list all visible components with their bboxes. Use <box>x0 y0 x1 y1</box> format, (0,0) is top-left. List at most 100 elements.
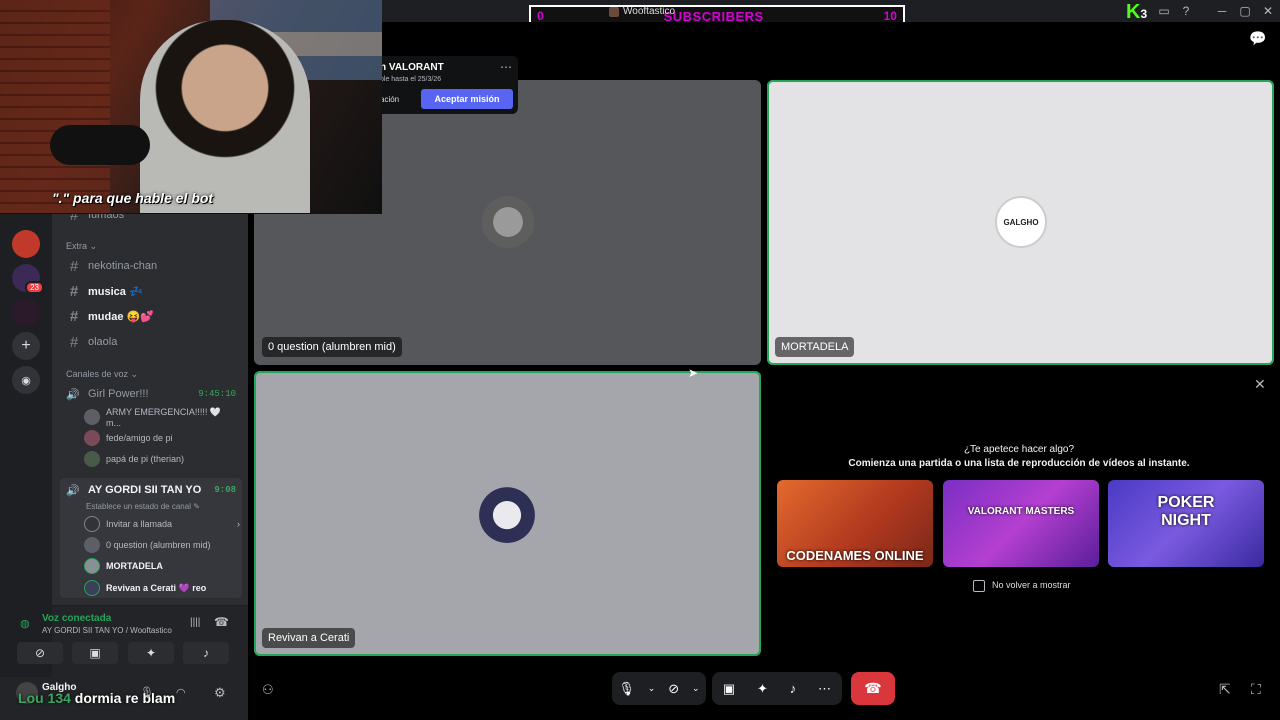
webcam-caption: "." para que hable el bot <box>52 190 214 206</box>
disconnect-icon[interactable]: ☎ <box>214 615 229 629</box>
webcam-overlay <box>0 0 382 214</box>
help-icon[interactable]: ? <box>1178 3 1194 19</box>
avatar <box>84 580 100 596</box>
video-tile[interactable]: Revivan a Cerati <box>254 371 761 656</box>
screen-share-icon[interactable]: ▣ <box>723 681 735 697</box>
channel-mudae[interactable]: # mudae 😝💕 <box>60 305 242 327</box>
voice-timer: 9:45:10 <box>198 389 236 399</box>
server-icon[interactable]: 23 <box>12 264 44 294</box>
quest-title: n VALORANT <box>380 62 444 73</box>
speaker-icon: 🔊 <box>66 484 80 497</box>
camera-off-icon[interactable]: ⊘ <box>668 681 679 697</box>
activities-icon[interactable]: ✦ <box>757 681 768 697</box>
voice-connected-title: Voz conectada <box>42 613 112 624</box>
screen-share-button[interactable]: ▣ <box>72 642 118 664</box>
channel-nekotina-chan[interactable]: # nekotina-chan <box>60 255 242 277</box>
avatar <box>476 481 538 543</box>
microphone <box>50 125 150 165</box>
video-tile[interactable]: GALGHO MORTADELA <box>767 80 1274 365</box>
participant-name: 0 question (alumbren mid) <box>262 337 402 357</box>
cursor: ➤ <box>688 366 699 380</box>
voice-user[interactable]: MORTADELA <box>84 556 234 576</box>
participant-name: MORTADELA <box>775 337 855 357</box>
avatar <box>84 558 100 574</box>
subscriber-latest-user: Wooftastico <box>609 6 675 17</box>
chat-icon[interactable]: 💬 <box>1249 30 1266 47</box>
mic-icon[interactable]: 🎙 <box>140 686 154 699</box>
channel-olaola[interactable]: # olaola <box>60 331 242 353</box>
call-actions: ▣ ✦ ♪ ⋯ <box>712 672 842 705</box>
add-server-icon[interactable]: + <box>12 332 40 360</box>
speaker-icon: 🔊 <box>66 388 80 401</box>
category-extra[interactable]: Extra ⌄ <box>66 241 97 252</box>
popout-icon[interactable]: ⇱ <box>1219 681 1231 698</box>
user-avatar <box>609 6 619 17</box>
avatar <box>84 409 100 425</box>
server-icon[interactable] <box>12 230 40 258</box>
voice-timer: 9:08 <box>214 485 236 495</box>
avatar <box>84 537 100 553</box>
fullscreen-icon[interactable]: ⛶ <box>1251 681 1261 698</box>
invite-icon <box>84 516 100 532</box>
participant-name: Revivan a Cerati <box>262 628 356 648</box>
voice-connected-subtitle[interactable]: AY GORDI SII TAN YO / Wooftastico <box>42 626 172 635</box>
settings-gear-icon[interactable]: ⚙ <box>214 685 226 701</box>
quest-popup: n VALORANT ble hasta el 25/3/26 ⋯ ación … <box>360 56 518 114</box>
chevron-down-icon[interactable]: ⌄ <box>692 683 700 694</box>
chevron-right-icon: › <box>237 519 240 529</box>
activity-prompt: Comienza una partida o una lista de repr… <box>848 458 1190 469</box>
mic-control[interactable]: 🎙 ⌄ ⊘ ⌄ <box>612 672 706 705</box>
dont-show-label: No volver a mostrar <box>992 580 1071 590</box>
inbox-icon[interactable]: ▭ <box>1156 3 1172 19</box>
hash-icon: # <box>69 307 79 325</box>
signal-icon[interactable]: ◍ <box>20 617 30 630</box>
noise-suppression-icon[interactable]: |||| <box>190 617 200 628</box>
minimize-icon[interactable]: ─ <box>1214 3 1230 19</box>
category-voice-channels[interactable]: Canales de voz ⌄ <box>66 369 138 380</box>
server-icon[interactable] <box>12 298 40 326</box>
avatar <box>84 430 100 446</box>
channel-musica[interactable]: # musica 💤 <box>60 280 242 302</box>
mic-icon[interactable]: 🎙 <box>618 681 635 697</box>
voice-user[interactable]: 0 question (alumbren mid) <box>84 535 234 555</box>
subscriber-count-current: 0 <box>537 9 544 23</box>
invite-icon[interactable]: ⚇ <box>262 682 274 698</box>
hash-icon: # <box>69 257 79 275</box>
voice-user[interactable]: papá de pi (therian) <box>84 449 234 469</box>
chevron-down-icon[interactable]: ⌄ <box>648 683 656 694</box>
activities-button[interactable]: ✦ <box>128 642 174 664</box>
voice-user[interactable]: fede/amigo de pi <box>84 428 234 448</box>
leave-call-button[interactable]: ☎ <box>851 672 895 705</box>
avatar <box>84 451 100 467</box>
avatar <box>482 196 534 248</box>
channel-status[interactable]: Establece un estado de canal ✎ <box>86 496 236 516</box>
activity-card-poker[interactable]: POKER NIGHT <box>1108 480 1264 567</box>
activity-question: ¿Te apetece hacer algo? <box>963 444 1075 455</box>
accept-quest-button[interactable]: Aceptar misión <box>421 89 513 109</box>
quest-secondary-button[interactable]: ación <box>380 90 399 104</box>
voice-user[interactable]: ARMY EMERGENCIA!!!!! 🤍 m... <box>84 407 234 428</box>
voice-user[interactable]: Revivan a Cerati 💜 reo <box>84 578 234 598</box>
close-icon[interactable]: ✕ <box>1254 376 1266 393</box>
subscriber-count-goal: 10 <box>883 9 897 23</box>
mention-badge: 23 <box>25 281 44 294</box>
more-icon[interactable]: ⋯ <box>818 681 831 697</box>
maximize-icon[interactable]: ▢ <box>1237 3 1253 19</box>
activity-card-valorant[interactable]: VALORANT MASTERS <box>943 480 1099 567</box>
quest-subtitle: ble hasta el 25/3/26 <box>380 76 442 83</box>
streamer <box>140 20 310 213</box>
invite-to-call[interactable]: Invitar a llamada › <box>84 514 240 534</box>
galgho-logo: GALGHO <box>995 196 1047 248</box>
discover-icon[interactable]: ◉ <box>12 366 40 394</box>
headphones-icon[interactable]: ◠ <box>176 686 186 699</box>
voice-channel-girl-power[interactable]: 🔊 Girl Power!!! 9:45:10 <box>60 383 242 405</box>
close-icon[interactable]: ✕ <box>1260 3 1276 19</box>
camera-off-button[interactable]: ⊘ <box>17 642 63 664</box>
soundboard-button[interactable]: ♪ <box>183 642 229 664</box>
activity-card-codenames[interactable]: CODENAMES ONLINE <box>777 480 933 567</box>
kick-logo: K3 <box>1126 1 1148 23</box>
more-options-icon[interactable]: ⋯ <box>500 60 512 74</box>
dont-show-checkbox[interactable] <box>973 580 985 592</box>
brick-wall <box>0 0 110 213</box>
soundboard-icon[interactable]: ♪ <box>790 681 797 696</box>
